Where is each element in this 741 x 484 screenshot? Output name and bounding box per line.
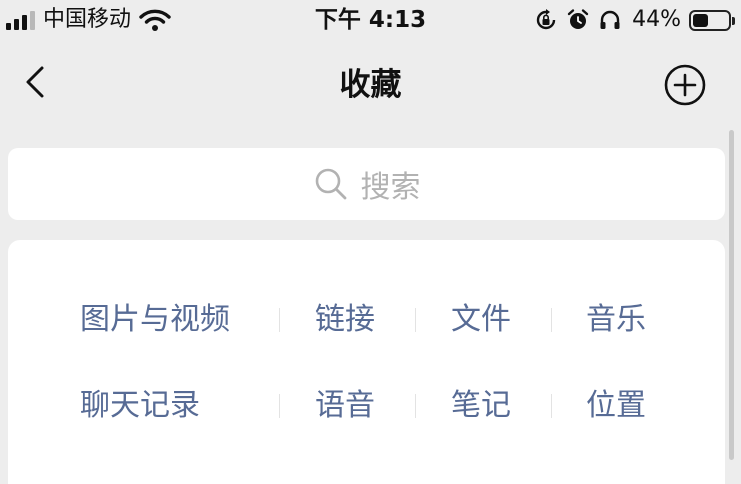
category-divider: [279, 394, 280, 418]
category-links[interactable]: 链接: [315, 300, 375, 340]
category-location[interactable]: 位置: [586, 386, 646, 426]
page-title: 收藏: [339, 67, 402, 103]
category-divider: [551, 394, 552, 418]
nav-bar: 收藏: [0, 52, 741, 116]
headphones-icon: [600, 10, 620, 29]
rotation-lock-icon: [536, 9, 556, 30]
category-divider: [279, 308, 280, 332]
category-chat-history[interactable]: 聊天记录: [80, 386, 200, 426]
scrollbar[interactable]: [729, 130, 734, 460]
category-divider: [415, 308, 416, 332]
category-music[interactable]: 音乐: [586, 300, 646, 340]
category-card: 图片与视频 链接 文件 音乐 聊天记录 语音 笔记 位置: [8, 240, 725, 484]
category-photos-videos[interactable]: 图片与视频: [80, 300, 230, 340]
category-files[interactable]: 文件: [451, 300, 511, 340]
battery-level-fill: [693, 13, 708, 27]
category-divider: [415, 394, 416, 418]
status-right: 44%: [534, 6, 735, 34]
alarm-icon: [567, 9, 589, 29]
category-divider: [551, 308, 552, 332]
search-input[interactable]: 搜索: [8, 148, 725, 220]
search-placeholder: 搜索: [360, 170, 421, 205]
battery-cap: [732, 16, 735, 25]
battery-percent: 44%: [632, 7, 681, 32]
battery-icon: [689, 9, 735, 31]
status-bar: 中国移动 下午 4:13 44%: [0, 0, 741, 40]
circle-plus-icon[interactable]: [662, 62, 708, 108]
search-icon: [315, 168, 346, 200]
category-voice[interactable]: 语音: [315, 386, 375, 426]
category-notes[interactable]: 笔记: [451, 386, 511, 426]
